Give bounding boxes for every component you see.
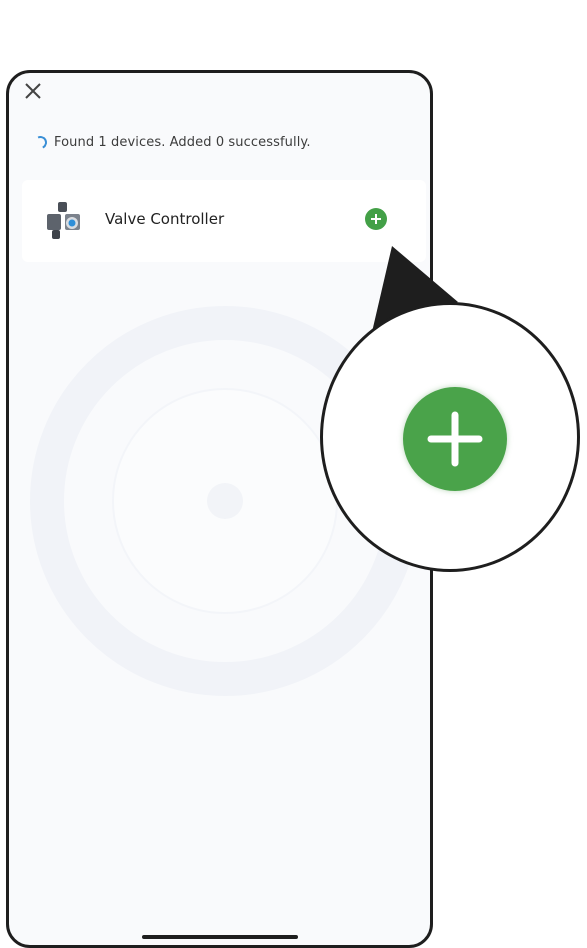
zoomed-add-button (403, 387, 507, 491)
zoom-callout (320, 302, 580, 572)
home-indicator[interactable] (142, 935, 298, 939)
plus-icon (427, 411, 483, 467)
